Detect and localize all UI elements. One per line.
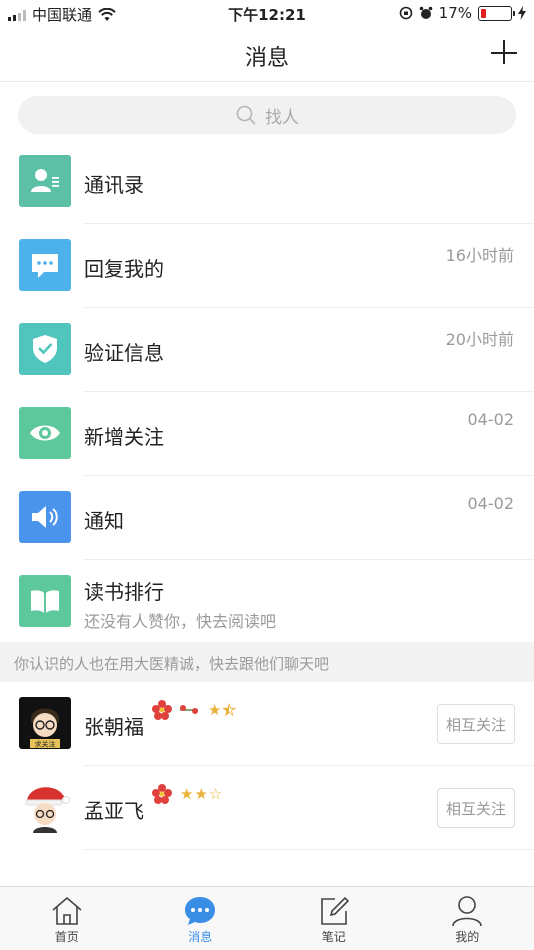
list-item-time: 04-02 (467, 410, 515, 429)
section-hint: 你认识的人也在用大医精诚，快去跟他们聊天吧 (0, 642, 534, 682)
person-badges: ★ ★ (150, 698, 236, 722)
chat-bubble-icon (32, 254, 58, 278)
nav-bar: 消息 (0, 28, 534, 82)
add-button[interactable] (490, 38, 518, 66)
notifications-icon-tile (19, 491, 71, 543)
list-item-verification[interactable]: 验证信息 20小时前 (0, 308, 534, 392)
list-item-time: 20小时前 (445, 330, 514, 349)
status-bar: 中国联通 下午12:21 17% (0, 0, 534, 28)
verification-icon-tile (19, 323, 71, 375)
tab-me[interactable]: 我的 (401, 887, 534, 950)
followers-icon-tile (19, 407, 71, 459)
rotation-lock-icon (399, 6, 412, 20)
flower-bud-badge-icon (180, 705, 198, 714)
list-item-subtitle: 还没有人赞你，快去阅读吧 (84, 612, 277, 631)
suggested-people-list: 求关注 张朝福 ★ ★ 相互关注 孟亚飞 ★ ★ ☆ 相互关注 (0, 682, 534, 850)
replies-icon-tile (19, 239, 71, 291)
avatar-text: 求关注 (35, 740, 56, 749)
alarm-icon (419, 6, 432, 19)
list-item-time: 04-02 (467, 494, 515, 513)
eye-icon (30, 425, 60, 441)
rating-stars: ★ ★ ☆ (180, 784, 223, 803)
list-item-new-followers[interactable]: 新增关注 04-02 (0, 392, 534, 476)
contacts-icon-tile (19, 155, 71, 207)
list-item-label: 通知 (84, 509, 124, 533)
page-title: 消息 (244, 46, 289, 71)
person-row[interactable]: 孟亚飞 ★ ★ ☆ 相互关注 (0, 766, 534, 850)
search-placeholder: 找人 (265, 107, 299, 128)
star-full-icon: ★ (194, 784, 208, 803)
star-empty-icon: ☆ (208, 784, 223, 803)
rating-stars: ★ ★ (208, 700, 236, 719)
person-row[interactable]: 求关注 张朝福 ★ ★ 相互关注 (0, 682, 534, 766)
list-item-reading-rank[interactable]: 读书排行 还没有人赞你，快去阅读吧 (0, 560, 534, 644)
tab-label: 消息 (188, 930, 213, 944)
battery-icon (478, 5, 515, 21)
tab-home[interactable]: 首页 (0, 887, 134, 950)
reading-icon-tile (19, 575, 71, 627)
follow-button[interactable]: 相互关注 (437, 788, 515, 828)
user-icon (452, 896, 483, 927)
flower-badge-icon (152, 700, 172, 720)
speaker-icon (32, 506, 58, 528)
search-input[interactable]: 找人 (18, 96, 516, 134)
avatar[interactable] (19, 781, 71, 833)
list-item-label: 通讯录 (84, 173, 144, 197)
contacts-icon (31, 169, 59, 192)
list-item-label: 回复我的 (84, 257, 164, 281)
note-icon (320, 896, 349, 925)
list-item-label: 验证信息 (84, 341, 164, 365)
list-item-label: 读书排行 (84, 580, 164, 604)
star-half-icon: ★ (222, 700, 236, 719)
flower-badge-icon (152, 784, 172, 804)
tab-notes[interactable]: 笔记 (267, 887, 401, 950)
tab-label: 首页 (54, 930, 79, 944)
person-name: 张朝福 (84, 715, 144, 739)
follow-button[interactable]: 相互关注 (437, 704, 515, 744)
book-icon (31, 590, 59, 613)
tab-messages[interactable]: 消息 (134, 887, 268, 950)
list-item-time: 16小时前 (445, 246, 514, 265)
person-badges: ★ ★ ☆ (150, 782, 222, 806)
star-full-icon: ★ (180, 784, 194, 803)
message-category-list: 通讯录 回复我的 16小时前 验证信息 20小时前 新增关注 04-02 通知 … (0, 140, 534, 644)
list-item-label: 新增关注 (84, 425, 164, 449)
battery-percent: 17% (438, 4, 472, 22)
list-item-notifications[interactable]: 通知 04-02 (0, 476, 534, 560)
star-full-icon: ★ (208, 700, 222, 719)
charging-icon (518, 6, 526, 20)
list-item-contacts[interactable]: 通讯录 (0, 140, 534, 224)
tab-bar: 首页 消息 笔记 我的 (0, 886, 534, 950)
list-item-replies[interactable]: 回复我的 16小时前 (0, 224, 534, 308)
shield-check-icon (33, 335, 57, 363)
message-icon (185, 897, 216, 925)
tab-label: 笔记 (321, 930, 346, 944)
avatar[interactable]: 求关注 (19, 697, 71, 749)
home-icon (52, 896, 82, 925)
tab-label: 我的 (455, 930, 480, 944)
person-name: 孟亚飞 (84, 799, 144, 823)
search-icon (236, 105, 256, 125)
